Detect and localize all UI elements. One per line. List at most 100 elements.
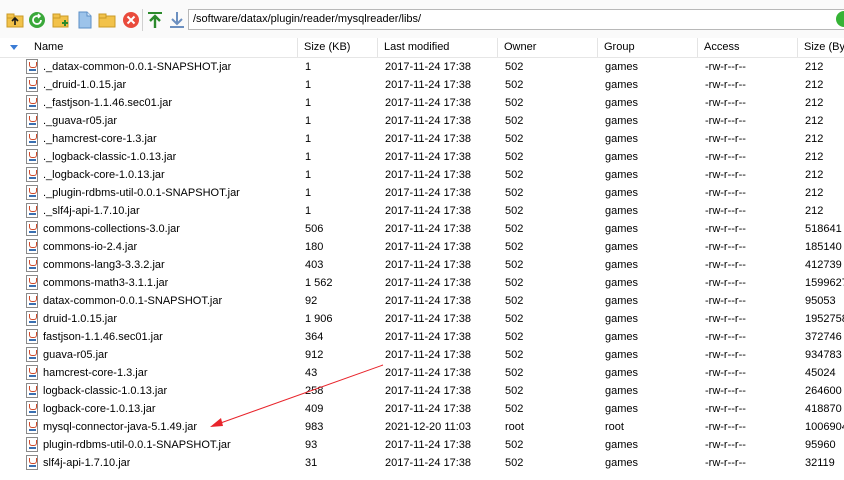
column-name[interactable]: Name [28,38,298,57]
file-size-bytes: 212 [805,187,824,199]
file-row[interactable]: ._fastjson-1.1.46.sec01.jar 1 2017-11-24 1… [0,94,844,112]
sort-descending-icon [10,45,18,50]
file-access: -rw-r--r-- [705,223,746,235]
file-group: games [605,223,639,235]
file-owner: 502 [505,403,524,415]
parent-directory-button[interactable] [6,10,24,30]
file-name: ._fastjson-1.1.46.sec01.jar [43,97,173,109]
file-size-bytes: 1952758 [805,313,844,325]
file-row[interactable]: druid-1.0.15.jar 1 906 2017-11-24 17:38 502… [0,310,844,328]
file-row[interactable]: ._datax-common-0.0.1-SNAPSHOT.jar 1 2017-1… [0,58,844,76]
file-row[interactable]: fastjson-1.1.46.sec01.jar 364 2017-11-24 1… [0,328,844,346]
file-group: games [605,295,639,307]
file-row[interactable]: ._druid-1.0.15.jar 1 2017-11-24 17:38 502 ga… [0,76,844,94]
file-size-kb: 506 [305,223,324,235]
file-access: -rw-r--r-- [705,421,746,433]
file-row[interactable]: logback-core-1.0.13.jar 409 2017-11-24 17:… [0,400,844,418]
file-size-bytes: 212 [805,169,824,181]
file-size-kb: 92 [305,295,318,307]
file-group: games [605,277,639,289]
file-access: -rw-r--r-- [705,277,746,289]
file-access: -rw-r--r-- [705,385,746,397]
file-access: -rw-r--r-- [705,169,746,181]
file-group: games [605,439,639,451]
column-group[interactable]: Group [598,38,698,57]
new-file-button[interactable] [76,10,94,30]
file-size-kb: 1 562 [305,277,333,289]
file-size-bytes: 412739 [805,259,842,271]
file-owner: 502 [505,223,524,235]
file-access: -rw-r--r-- [705,97,746,109]
file-row[interactable]: datax-common-0.0.1-SNAPSHOT.jar 92 2017-11… [0,292,844,310]
java-jar-icon [26,239,38,254]
file-access: -rw-r--r-- [705,187,746,199]
file-size-bytes: 185140 [805,241,842,253]
file-size-bytes: 418870 [805,403,842,415]
file-size-kb: 1 [305,205,312,217]
file-row[interactable]: ._hamcrest-core-1.3.jar 1 2017-11-24 17:38… [0,130,844,148]
file-icon [78,11,92,29]
java-jar-icon [26,59,38,74]
file-row[interactable]: mysql-connector-java-5.1.49.jar 983 2021-1… [0,418,844,436]
refresh-button[interactable] [28,10,46,30]
file-modified: 2017-11-24 17:38 [385,187,472,199]
upload-button[interactable] [146,10,164,30]
file-owner: 502 [505,61,524,73]
file-row[interactable]: commons-collections-3.0.jar 506 2017-11-24… [0,220,844,238]
file-size-bytes: 45024 [805,367,836,379]
file-row[interactable]: guava-r05.jar 912 2017-11-24 17:38 502 games… [0,346,844,364]
java-jar-icon [26,167,38,182]
file-modified: 2017-11-24 17:38 [385,331,472,343]
file-name: commons-collections-3.0.jar [43,223,180,235]
new-folder-button[interactable] [52,10,70,30]
file-group: root [605,421,624,433]
column-access[interactable]: Access [698,38,798,57]
file-row[interactable]: logback-classic-1.0.13.jar 258 2017-11-24 … [0,382,844,400]
file-row[interactable]: ._logback-classic-1.0.13.jar 1 2017-11-24 … [0,148,844,166]
file-size-bytes: 264600 [805,385,842,397]
file-size-bytes: 1006904 [805,421,844,433]
java-jar-icon [26,329,38,344]
file-owner: 502 [505,349,524,361]
file-row[interactable]: commons-math3-3.1.1.jar 1 562 2017-11-24 1… [0,274,844,292]
column-owner[interactable]: Owner [498,38,598,57]
file-name: ._slf4j-api-1.7.10.jar [43,205,140,217]
file-owner: 502 [505,367,524,379]
file-group: games [605,133,639,145]
file-size-kb: 93 [305,439,318,451]
file-row[interactable]: ._plugin-rdbms-util-0.0.1-SNAPSHOT.jar 1 2… [0,184,844,202]
file-row[interactable]: slf4j-api-1.7.10.jar 31 2017-11-24 17:38 50… [0,454,844,472]
file-row[interactable]: ._guava-r05.jar 1 2017-11-24 17:38 502 games… [0,112,844,130]
column-last-modified[interactable]: Last modified [378,38,498,57]
file-group: games [605,79,639,91]
file-row[interactable]: commons-io-2.4.jar 180 2017-11-24 17:38 502… [0,238,844,256]
java-jar-icon [26,185,38,200]
download-button[interactable] [168,10,186,30]
delete-button[interactable] [122,10,140,30]
column-size-bytes[interactable]: Size (By [798,38,844,57]
open-folder-button[interactable] [98,10,116,30]
file-owner: 502 [505,331,524,343]
file-modified: 2017-11-24 17:38 [385,403,472,415]
file-name: hamcrest-core-1.3.jar [43,367,148,379]
path-input[interactable]: /software/datax/plugin/reader/mysqlreade… [188,9,844,30]
file-name: mysql-connector-java-5.1.49.jar [43,421,198,433]
file-size-kb: 983 [305,421,324,433]
file-row[interactable]: ._slf4j-api-1.7.10.jar 1 2017-11-24 17:38 5… [0,202,844,220]
file-name: ._druid-1.0.15.jar [43,79,127,91]
java-jar-icon [26,203,38,218]
file-row[interactable]: commons-lang3-3.3.2.jar 403 2017-11-24 17:… [0,256,844,274]
file-size-kb: 364 [305,331,324,343]
file-name: fastjson-1.1.46.sec01.jar [43,331,163,343]
file-owner: 502 [505,277,524,289]
file-size-bytes: 934783 [805,349,842,361]
file-row[interactable]: hamcrest-core-1.3.jar 43 2017-11-24 17:38 5… [0,364,844,382]
file-size-kb: 1 [305,133,312,145]
file-modified: 2017-11-24 17:38 [385,79,472,91]
file-row[interactable]: plugin-rdbms-util-0.0.1-SNAPSHOT.jar 93 20… [0,436,844,454]
file-row[interactable]: ._logback-core-1.0.13.jar 1 2017-11-24 17:… [0,166,844,184]
java-jar-icon [26,293,38,308]
file-name: ._logback-core-1.0.13.jar [43,169,165,181]
file-name: ._plugin-rdbms-util-0.0.1-SNAPSHOT.jar [43,187,240,199]
column-size-kb[interactable]: Size (KB) [298,38,378,57]
